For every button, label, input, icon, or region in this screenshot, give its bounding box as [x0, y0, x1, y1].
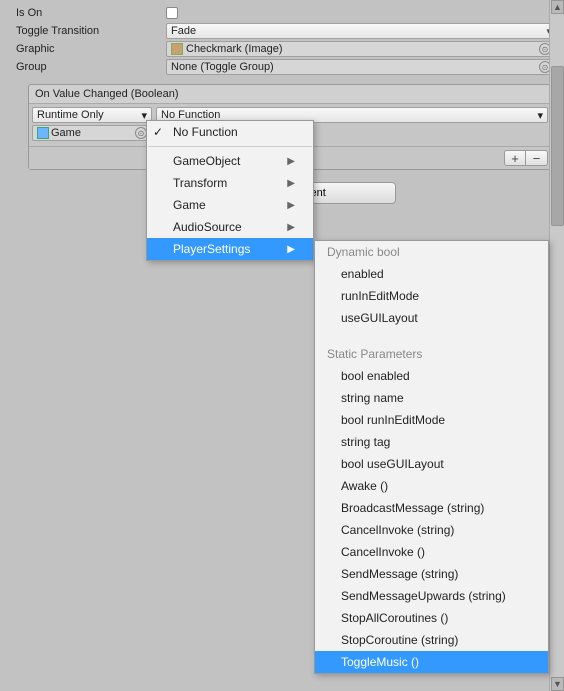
scroll-thumb[interactable] [551, 66, 564, 226]
remove-event-button[interactable]: − [526, 150, 548, 166]
menu-item[interactable]: PlayerSettings ▶ [147, 238, 313, 260]
menu-item-label: bool enabled [341, 369, 410, 383]
menu-item[interactable]: StopAllCoroutines () [315, 607, 548, 629]
menu-item-label: ToggleMusic () [341, 655, 419, 669]
menu-item-label: No Function [173, 125, 238, 139]
toggleTransition-value: Fade [171, 25, 196, 37]
menu-section-header: Dynamic bool [315, 241, 548, 263]
function-submenu[interactable]: Dynamic bool enabled runInEditMode useGUILa… [314, 240, 549, 674]
menu-item-label: enabled [341, 267, 384, 281]
vertical-scrollbar[interactable]: ▲ ▼ [549, 0, 564, 691]
menu-item[interactable]: Game ▶ [147, 194, 313, 216]
menu-item-label: Awake () [341, 479, 388, 493]
menu-item-label: SendMessage (string) [341, 567, 458, 581]
menu-item-label: bool useGUILayout [341, 457, 444, 471]
menu-item[interactable]: CancelInvoke () [315, 541, 548, 563]
menu-item-label: bool runInEditMode [341, 413, 445, 427]
menu-item-label: string tag [341, 435, 390, 449]
function-menu[interactable]: ✓No FunctionGameObject▶Transform▶Game▶Au… [146, 120, 314, 261]
menu-item-label: StopAllCoroutines () [341, 611, 448, 625]
menu-item-label: GameObject [173, 154, 240, 168]
graphic-field[interactable]: Checkmark (Image) ⊙ [166, 41, 556, 57]
scroll-up-button[interactable]: ▲ [551, 0, 564, 14]
menu-item-label: AudioSource [173, 220, 242, 234]
isOn-checkbox[interactable] [166, 7, 178, 19]
graphic-value: Checkmark (Image) [186, 43, 283, 55]
menu-item-label: CancelInvoke () [341, 545, 425, 559]
chevron-right-icon: ▶ [287, 244, 295, 255]
chevron-right-icon: ▶ [287, 178, 295, 189]
check-icon: ✓ [153, 125, 163, 139]
group-value: None (Toggle Group) [171, 61, 274, 73]
menu-item-label: CancelInvoke (string) [341, 523, 454, 537]
group-label: Group [16, 61, 166, 73]
image-icon [171, 43, 183, 55]
menu-item[interactable]: GameObject ▶ [147, 150, 313, 172]
runtime-value: Runtime Only [37, 109, 104, 121]
menu-item[interactable]: string name [315, 387, 548, 409]
menu-item-label: Game [173, 198, 206, 212]
target-object-field[interactable]: Game ⊙ [32, 125, 152, 141]
menu-item-label: useGUILayout [341, 311, 418, 325]
menu-item[interactable]: SendMessageUpwards (string) [315, 585, 548, 607]
graphic-label: Graphic [16, 43, 166, 55]
chevron-right-icon: ▶ [287, 200, 295, 211]
menu-item[interactable]: string tag [315, 431, 548, 453]
menu-item[interactable]: Awake () [315, 475, 548, 497]
menu-item[interactable]: bool enabled [315, 365, 548, 387]
group-field[interactable]: None (Toggle Group) ⊙ [166, 59, 556, 75]
chevron-right-icon: ▶ [287, 156, 295, 167]
scroll-down-button[interactable]: ▼ [551, 677, 564, 691]
toggleTransition-label: Toggle Transition [16, 25, 166, 37]
menu-item[interactable]: useGUILayout [315, 307, 548, 329]
toggleTransition-dropdown[interactable]: Fade ▾ [166, 23, 556, 39]
menu-item[interactable]: ToggleMusic () [315, 651, 548, 673]
gameobject-icon [37, 127, 49, 139]
menu-item[interactable]: bool useGUILayout [315, 453, 548, 475]
target-value: Game [51, 127, 81, 139]
menu-item[interactable]: AudioSource ▶ [147, 216, 313, 238]
menu-item-label: string name [341, 391, 404, 405]
runtime-dropdown[interactable]: Runtime Only ▾ [32, 107, 152, 123]
add-event-button[interactable]: + [504, 150, 526, 166]
menu-item-label: BroadcastMessage (string) [341, 501, 484, 515]
menu-item[interactable]: Transform ▶ [147, 172, 313, 194]
menu-item[interactable]: BroadcastMessage (string) [315, 497, 548, 519]
menu-item[interactable]: StopCoroutine (string) [315, 629, 548, 651]
menu-item[interactable]: CancelInvoke (string) [315, 519, 548, 541]
menu-item[interactable]: runInEditMode [315, 285, 548, 307]
isOn-label: Is On [16, 7, 166, 19]
menu-section-header: Static Parameters [315, 343, 548, 365]
menu-item-label: runInEditMode [341, 289, 419, 303]
menu-item[interactable]: SendMessage (string) [315, 563, 548, 585]
menu-item-label: Transform [173, 176, 227, 190]
menu-item-label: PlayerSettings [173, 242, 250, 256]
menu-item[interactable]: ✓ No Function [147, 121, 313, 143]
menu-item-label: SendMessageUpwards (string) [341, 589, 506, 603]
chevron-right-icon: ▶ [287, 222, 295, 233]
chevron-down-icon: ▾ [537, 109, 543, 122]
menu-item[interactable]: enabled [315, 263, 548, 285]
event-title: On Value Changed (Boolean) [29, 85, 551, 104]
menu-item[interactable]: bool runInEditMode [315, 409, 548, 431]
menu-item-label: StopCoroutine (string) [341, 633, 458, 647]
